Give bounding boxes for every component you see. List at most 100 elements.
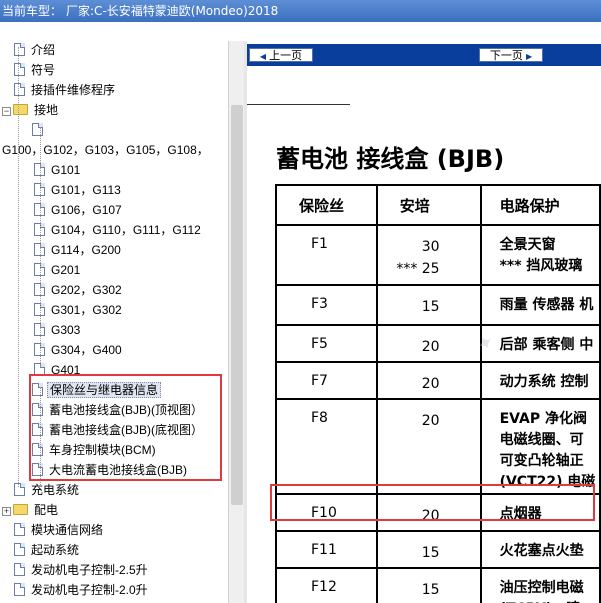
previous-page-label: 上一页 <box>269 50 303 62</box>
document-title: 蓄电池 接线盒 (BJB) <box>276 145 505 173</box>
tree-item-label <box>47 123 51 137</box>
circuit-description: 雨量 传感器 机 <box>499 297 594 313</box>
f10-highlight-box <box>270 484 595 521</box>
tree-item-label: 发动机电子控制-2.5升 <box>31 563 148 577</box>
folder-open-icon <box>13 104 28 115</box>
tree-item[interactable]: 符号 <box>14 60 57 80</box>
tree-item-label: 模块通信网络 <box>31 523 104 537</box>
amps-value: 20 <box>421 376 440 392</box>
amps-value: 15 <box>421 582 440 598</box>
fuse-cell: F3 <box>275 284 378 326</box>
circuit-description: 火花塞点火垫 <box>499 543 584 559</box>
next-page-label: 下一页 <box>489 50 523 62</box>
fuse-cell: F12 <box>275 567 378 603</box>
tree-item[interactable]: G303 <box>34 320 82 340</box>
tree-item-label: G104，G110，G111，G112 <box>51 223 201 237</box>
tree-item-label: G201 <box>51 263 81 277</box>
table-header-row: 保险丝 安培 电路保护 <box>275 184 601 226</box>
circuit-cell: EVAP 净化阀 电磁线圈、可 可变凸轮轴正 (VCT22) 电磁 <box>479 398 601 495</box>
amps-value: 15 <box>421 299 440 315</box>
tree-item-label: 发动机电子控制-2.0升 <box>31 583 148 597</box>
header-circuit: 电路保护 <box>479 184 601 226</box>
current-model-value: 厂家:C-长安福特蒙迪欧(Mondeo)2018 <box>66 4 279 18</box>
fuse-cell: F8 <box>275 398 378 495</box>
tree-item-label: G106，G107 <box>51 203 122 217</box>
table-row: F3 15 雨量 传感器 机 <box>275 284 601 326</box>
tree-item[interactable]: G201 <box>34 260 82 280</box>
circuit-description: 电磁线圈、可 <box>499 432 584 448</box>
document-icon <box>14 543 25 556</box>
tree-item[interactable]: − 接地 <box>2 100 60 120</box>
tree-item[interactable]: 充电系统 <box>14 480 81 500</box>
collapse-icon[interactable]: − <box>2 107 11 116</box>
tree-item[interactable]: 介绍 <box>14 41 57 60</box>
document-icon <box>14 63 25 76</box>
header-fuse: 保险丝 <box>275 184 378 226</box>
tree-item[interactable]: G104，G110，G111，G112 <box>34 220 203 240</box>
fuse-cell: F1 <box>275 224 378 286</box>
circuit-cell: 后部 乘客侧 中 <box>479 324 601 363</box>
tree-item[interactable]: 发动机电子控制-2.0升 <box>14 580 150 600</box>
tree-guide-line <box>40 127 41 367</box>
document-icon <box>14 583 25 596</box>
expand-icon[interactable]: + <box>2 507 11 516</box>
tree-item[interactable]: 发动机电子控制-2.5升 <box>14 560 150 580</box>
arrow-right-icon: ▶ <box>525 52 533 61</box>
tree-scrollbar[interactable] <box>228 41 244 603</box>
previous-page-button[interactable]: ◀ 上一页 <box>249 48 313 62</box>
document-icon <box>14 523 25 536</box>
table-row: F8 20 EVAP 净化阀 电磁线圈、可 可变凸轮轴正 (VCT22) 电磁 <box>275 398 601 495</box>
fuse-cell: F7 <box>275 361 378 400</box>
folder-icon <box>13 504 28 515</box>
tree-item[interactable]: G114，G200 <box>34 240 123 260</box>
amps-value: 20 <box>421 413 440 429</box>
amps-cell: 15 <box>375 284 482 326</box>
tree-highlight-box <box>29 374 222 481</box>
circuit-cell: 火花塞点火垫 <box>479 530 601 569</box>
circuit-cell: 动力系统 控制 <box>479 361 601 400</box>
navigation-tree[interactable]: 介绍符号接插件维修程序 − 接地 G100，G102，G103，G105，G108， G… <box>0 41 228 603</box>
page-navigation-bar: ◀ 上一页 下一页 ▶ <box>247 44 601 66</box>
tree-item[interactable]: G202，G302 <box>34 280 124 300</box>
circuit-description: (TCBY)、喷 <box>500 599 598 603</box>
tree-item[interactable]: G101，G113 <box>34 180 123 200</box>
circuit-cell: 雨量 传感器 机 <box>479 284 601 326</box>
next-page-button[interactable]: 下一页 ▶ <box>479 48 543 62</box>
circuit-description: 全景天窗 <box>499 237 556 253</box>
fuse-cell: F5 <box>275 324 378 363</box>
tree-item-label: G100，G102，G103，G105，G108， <box>2 143 209 157</box>
amps-cell: 20 <box>375 361 482 400</box>
current-model-label: 当前车型： <box>2 4 63 18</box>
tree-item[interactable]: G301，G302 <box>34 300 124 320</box>
tree-item[interactable]: G106，G107 <box>34 200 124 220</box>
amps-cell: 30 *** 25 <box>375 224 482 286</box>
tree-item-label: G301，G302 <box>51 303 122 317</box>
tree-item-label: 配电 <box>34 503 59 517</box>
tree-item[interactable]: 模块通信网络 <box>14 520 105 540</box>
document-icon <box>14 563 25 576</box>
tree-item[interactable]: + 配电 <box>2 500 60 520</box>
tree-item-label: G202，G302 <box>51 283 122 297</box>
amps-value: *** 25 <box>396 261 440 277</box>
tree-item-label: 起动系统 <box>31 543 80 557</box>
document-icon <box>14 483 25 496</box>
tree-item[interactable]: G100，G102，G103，G105，G108， <box>0 140 211 160</box>
document-icon <box>32 123 43 136</box>
tree-item[interactable]: 接插件维修程序 <box>14 80 117 100</box>
document-panel: ◀ 上一页 下一页 ▶ 蓄电池 接线盒 (BJB) 保险丝 安培 电路保护 F1… <box>247 41 601 603</box>
tree-scrollbar-thumb[interactable] <box>231 105 243 505</box>
tree-item[interactable]: 起动系统 <box>14 540 81 560</box>
circuit-description: 油压控制电磁 <box>499 580 584 596</box>
table-row: F5 20 后部 乘客侧 中 <box>275 324 601 363</box>
tree-item[interactable]: G304，G400 <box>34 340 124 360</box>
tree-item[interactable] <box>32 120 51 140</box>
circuit-description: 动力系统 控制 <box>499 374 589 390</box>
document-icon <box>14 43 25 56</box>
window-title-bar: 当前车型： 厂家:C-长安福特蒙迪欧(Mondeo)2018 <box>0 0 601 22</box>
tree-item-label: 符号 <box>31 63 56 77</box>
fuse-table: 保险丝 安培 电路保护 F1 30 *** 25 全景天窗 *** 挡风玻璃 F3 15 雨量… <box>275 184 601 603</box>
table-row: F12 15 油压控制电磁 (TCBY)、喷 <box>275 567 601 603</box>
tree-item[interactable]: G101 <box>34 160 82 180</box>
table-row: F7 20 动力系统 控制 <box>275 361 601 400</box>
tree-item-label: G101，G113 <box>51 183 121 197</box>
